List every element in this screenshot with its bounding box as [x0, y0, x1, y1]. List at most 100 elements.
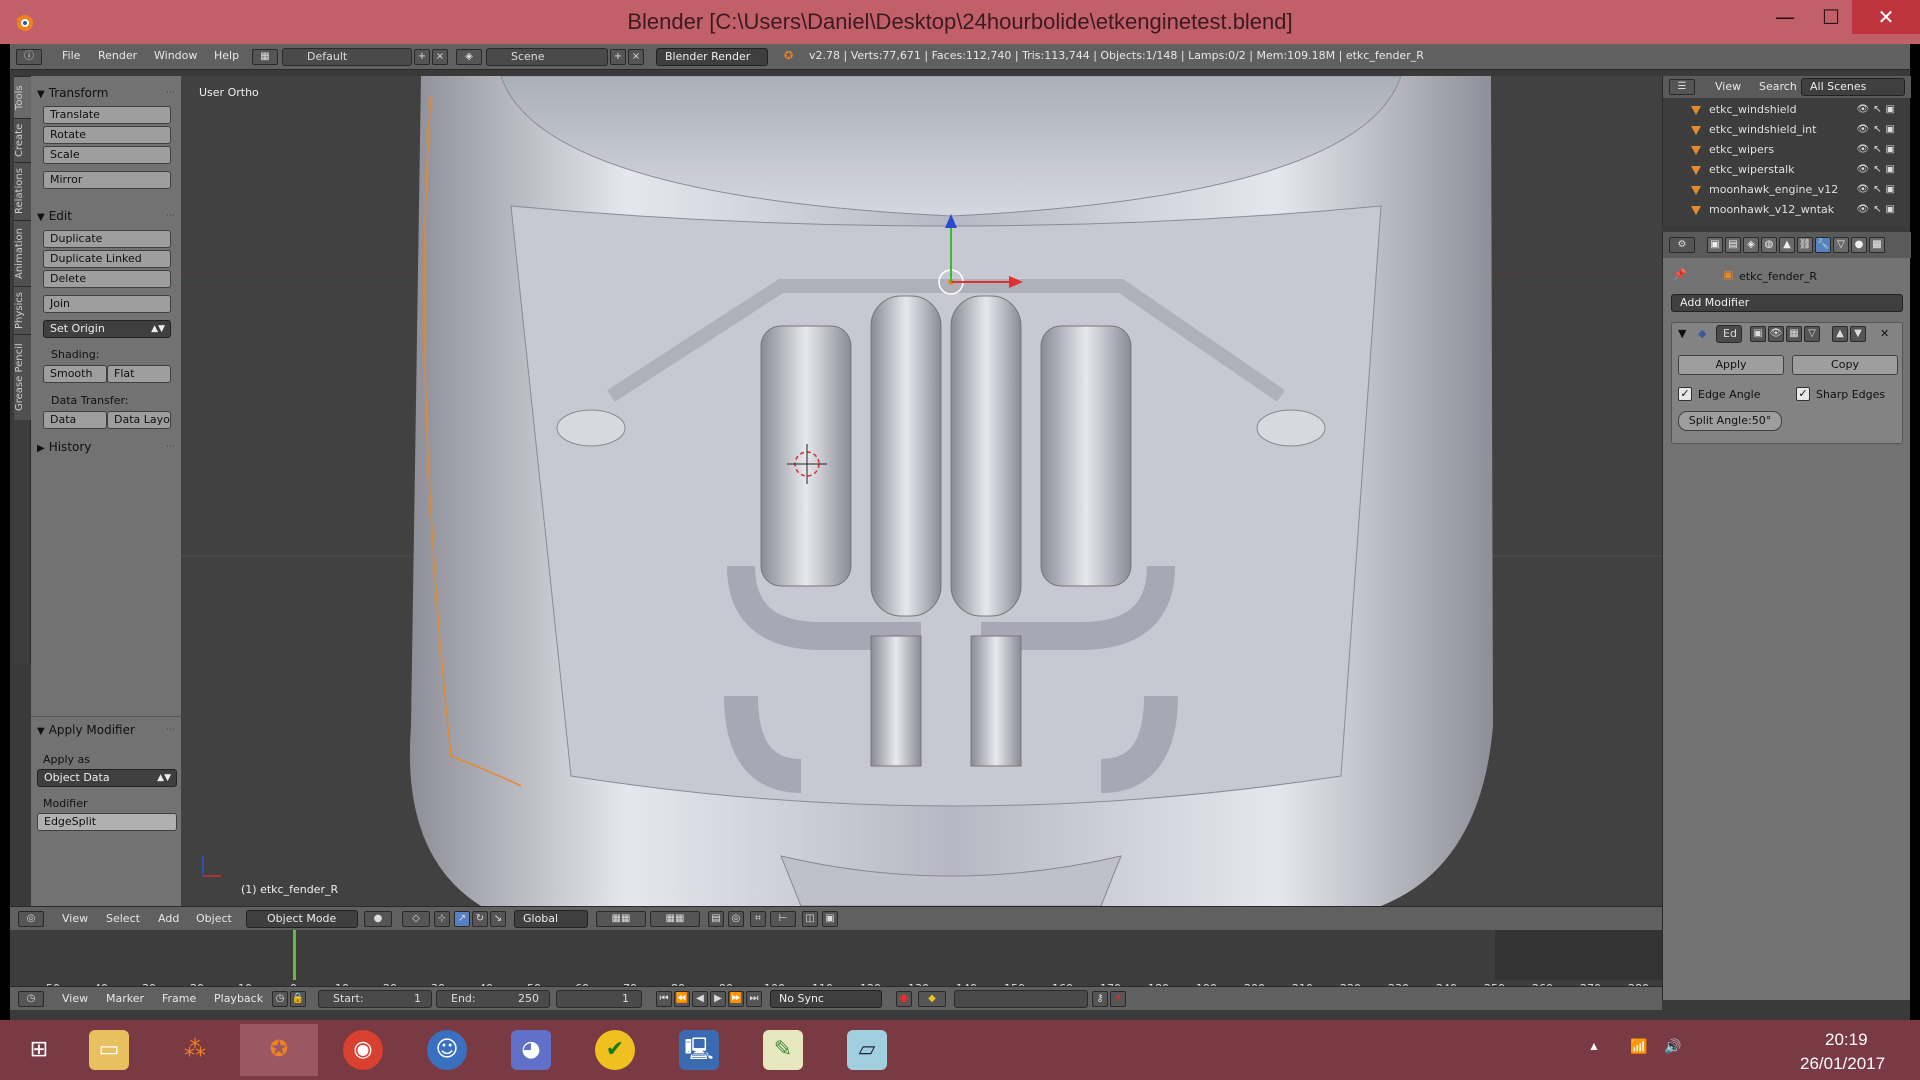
clock-time[interactable]: 20:19	[1825, 1030, 1868, 1050]
collapse-arrow-icon[interactable]: ▼	[1678, 327, 1686, 340]
menu-add[interactable]: Add	[158, 912, 179, 925]
remove-screen-icon[interactable]: ×	[432, 49, 448, 65]
outliner-item[interactable]: moonhawk_engine_v12 👁↖▣	[1677, 180, 1905, 200]
menu-render[interactable]: Render	[98, 49, 137, 62]
outliner-item[interactable]: etkc_windshield 👁↖▣	[1677, 100, 1905, 120]
snap-element-icon[interactable]: ⊢	[770, 911, 796, 927]
screen-layout-field[interactable]: Default	[282, 48, 412, 66]
taskbar-discord[interactable]: ◕	[492, 1024, 570, 1076]
minimize-button[interactable]: —	[1762, 0, 1808, 34]
display-mode-select[interactable]: All Scenes	[1801, 78, 1905, 96]
opengl-anim-icon[interactable]: ▣	[822, 911, 838, 927]
outliner-item[interactable]: etkc_wipers 👁↖▣	[1677, 140, 1905, 160]
mode-select[interactable]: Object Mode	[246, 910, 358, 928]
menu-object[interactable]: Object	[196, 912, 232, 925]
lock-icon[interactable]: 🔒	[290, 991, 306, 1007]
start-frame-field[interactable]: Start: 1	[318, 990, 432, 1008]
data-layout-button[interactable]: Data Layo	[107, 411, 171, 429]
preview-range-icon[interactable]: ◷	[272, 991, 288, 1007]
apply-button[interactable]: Apply	[1678, 355, 1784, 375]
mirror-button[interactable]: Mirror	[43, 171, 171, 189]
smooth-button[interactable]: Smooth	[43, 365, 107, 383]
taskbar-chrome[interactable]: ◉	[324, 1024, 402, 1076]
network-icon[interactable]: 📶	[1630, 1038, 1647, 1055]
pivot-point-icon[interactable]: ◇	[402, 911, 430, 927]
volume-icon[interactable]: 🔊	[1664, 1038, 1681, 1055]
menu-window[interactable]: Window	[154, 49, 197, 62]
render-engine-select[interactable]: Blender Render	[656, 48, 768, 66]
duplicate-linked-button[interactable]: Duplicate Linked	[43, 250, 171, 268]
3d-viewport[interactable]: User Ortho (1) etkc_fender_R	[181, 76, 1662, 906]
end-frame-field[interactable]: End: 250	[436, 990, 550, 1008]
render-layers-tab-icon[interactable]: ▤	[1725, 237, 1741, 253]
tab-tools[interactable]: Tools	[14, 76, 31, 118]
opengl-render-icon[interactable]: ◫	[802, 911, 818, 927]
jump-end-icon[interactable]: ⏭	[746, 991, 762, 1007]
add-scene-icon[interactable]: +	[610, 49, 626, 65]
clock-date[interactable]: 26/01/2017	[1800, 1054, 1885, 1074]
constraints-tab-icon[interactable]: ⛓	[1797, 237, 1813, 253]
drag-handle-icon[interactable]: ⋯	[166, 88, 175, 98]
menu-view[interactable]: View	[62, 992, 88, 1005]
transform-orientation-select[interactable]: Global	[514, 910, 588, 928]
layer-buttons-1[interactable]: ▦▦	[596, 911, 646, 927]
editor-type-icon[interactable]: ☰	[1669, 79, 1695, 95]
add-screen-icon[interactable]: +	[414, 49, 430, 65]
taskbar-file-explorer[interactable]: ▭	[70, 1024, 148, 1076]
modifier-field[interactable]: EdgeSplit	[37, 813, 177, 831]
join-button[interactable]: Join	[43, 295, 171, 313]
menu-help[interactable]: Help	[214, 49, 239, 62]
drag-handle-icon[interactable]: ⋯	[166, 725, 175, 735]
menu-search[interactable]: Search	[1759, 80, 1797, 93]
show-cage-icon[interactable]: ▽	[1804, 326, 1820, 342]
apply-modifier-header[interactable]: ▼ Apply Modifier	[37, 723, 135, 737]
taskbar-origin[interactable]: ⁂	[156, 1024, 234, 1076]
menu-select[interactable]: Select	[106, 912, 140, 925]
tab-physics[interactable]: Physics	[14, 286, 31, 334]
drag-handle-icon[interactable]: ⋯	[166, 442, 175, 452]
editor-type-icon[interactable]: ◎	[18, 911, 44, 927]
show-editmode-icon[interactable]: ▦	[1786, 326, 1802, 342]
edge-angle-checkbox[interactable]: ✓	[1678, 387, 1692, 401]
remove-modifier-icon[interactable]: ✕	[1880, 327, 1889, 340]
apply-as-select[interactable]: Object Data ▲▼	[37, 769, 177, 787]
maximize-button[interactable]: ☐	[1808, 0, 1854, 34]
menu-marker[interactable]: Marker	[106, 992, 144, 1005]
add-modifier-select[interactable]: Add Modifier	[1671, 294, 1903, 312]
world-tab-icon[interactable]: ◍	[1761, 237, 1777, 253]
taskbar-norton[interactable]: ✔	[576, 1024, 654, 1076]
keying-set-field[interactable]	[954, 990, 1088, 1008]
close-button[interactable]: ✕	[1852, 0, 1920, 34]
taskbar-remote-desktop[interactable]: 🖳	[660, 1024, 738, 1076]
taskbar-fallout[interactable]: ☺	[408, 1024, 486, 1076]
tab-relations[interactable]: Relations	[14, 162, 31, 220]
duplicate-button[interactable]: Duplicate	[43, 230, 171, 248]
menu-frame[interactable]: Frame	[162, 992, 196, 1005]
scene-icon[interactable]: ◈	[456, 49, 482, 65]
rotate-manipulator-icon[interactable]: ↻	[472, 911, 488, 927]
delete-button[interactable]: Delete	[43, 270, 171, 288]
scale-button[interactable]: Scale	[43, 146, 171, 164]
taskbar-blender[interactable]: ✪	[240, 1024, 318, 1076]
taskbar-notepadpp[interactable]: ✎	[744, 1024, 822, 1076]
show-hidden-icons-icon[interactable]: ▲	[1588, 1039, 1600, 1053]
sharp-edges-checkbox[interactable]: ✓	[1796, 387, 1810, 401]
tab-create[interactable]: Create	[14, 118, 31, 162]
jump-prev-key-icon[interactable]: ⏪	[674, 991, 690, 1007]
insert-keyframe-icon[interactable]: ⚷	[1092, 991, 1108, 1007]
outliner-item[interactable]: moonhawk_v12_wntak 👁↖▣	[1677, 200, 1905, 220]
move-down-icon[interactable]: ▼	[1850, 326, 1866, 342]
data-button[interactable]: Data	[43, 411, 107, 429]
translate-button[interactable]: Translate	[43, 106, 171, 124]
edit-panel-header[interactable]: ▼ Edit	[37, 209, 72, 223]
start-button[interactable]: ⊞	[0, 1024, 78, 1076]
proportional-edit-icon[interactable]: ◎	[728, 911, 744, 927]
current-frame-field[interactable]: 1	[556, 990, 642, 1008]
layer-lock-icon[interactable]: ▤	[708, 911, 724, 927]
pin-icon[interactable]: 📌	[1673, 268, 1687, 281]
editor-type-icon[interactable]: ⓘ	[16, 49, 42, 65]
scale-manipulator-icon[interactable]: ↘	[490, 911, 506, 927]
play-icon[interactable]: ▶	[710, 991, 726, 1007]
outliner-item[interactable]: etkc_wiperstalk 👁↖▣	[1677, 160, 1905, 180]
history-panel-header[interactable]: ▶ History	[37, 440, 91, 454]
